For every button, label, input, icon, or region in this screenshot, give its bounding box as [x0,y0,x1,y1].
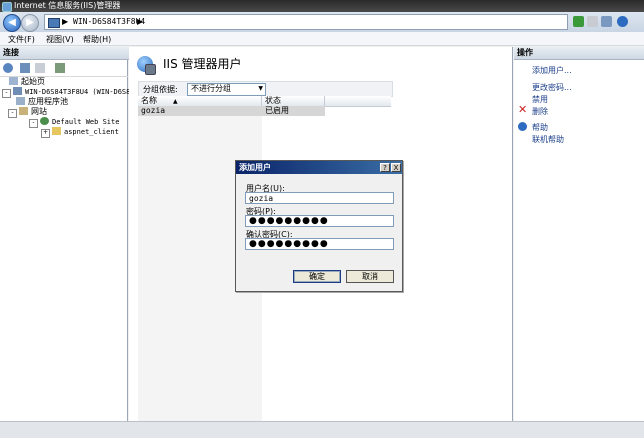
actions-header: 操作 [514,47,644,60]
refresh-icon[interactable] [573,16,584,27]
dialog-title-bar: 添加用户 [236,161,402,174]
help-icon[interactable] [617,16,628,27]
page-title: IIS 管理器用户 [163,57,242,71]
server-icon [13,87,22,95]
start-page-icon [9,77,18,85]
delete-connection-icon[interactable] [55,63,65,73]
help-icon [518,122,527,131]
chevron-down-icon: ▼ [258,85,263,92]
menu-view[interactable]: 视图(V) [46,34,74,45]
add-user-dialog: 添加用户 ? X 用户名(U): gozia 密码(P): ●●●●●●●●● … [235,160,403,292]
group-by-bar: 分组依据: 不进行分组 ▼ [138,81,393,97]
username-field[interactable]: gozia [245,192,394,204]
expand-icon[interactable]: + [41,129,50,138]
row-name: gozia [141,106,166,115]
computer-icon [48,18,60,28]
app-pool-icon [16,97,25,105]
online-help-link[interactable]: 联机帮助 [532,134,564,145]
menu-bar: 文件(F) 视图(V) 帮助(H) [0,32,644,46]
group-by-select[interactable]: 不进行分组 ▼ [187,83,266,96]
connect-icon[interactable] [3,63,13,73]
menu-help[interactable]: 帮助(H) [83,34,111,45]
forward-button[interactable]: ▶ [21,14,39,32]
collapse-icon[interactable]: - [29,119,38,128]
save-icon[interactable] [20,63,30,73]
sort-icon: ▲ [173,98,178,105]
tree-item-default-web-site[interactable]: - Default Web Site [29,117,119,128]
tree-item-start-page[interactable]: 起始页 [9,77,45,87]
table-row[interactable]: gozia 已启用 [138,106,325,116]
cancel-button[interactable]: 取消 [346,270,394,283]
disable-link[interactable]: 禁用 [532,94,548,105]
actions-pane: 操作 添加用户... 更改密码... 禁用 ✕ 删除 帮助 联机帮助 [514,47,644,421]
iis-app-icon [2,2,12,12]
dialog-help-button[interactable]: ? [380,163,390,172]
sites-folder-icon [19,107,28,115]
stop-icon[interactable] [587,16,598,27]
column-status[interactable]: 状态 [262,96,325,106]
collapse-icon[interactable]: - [2,89,11,98]
back-button[interactable]: ◀ [3,14,21,32]
menu-file[interactable]: 文件(F) [8,34,35,45]
globe-icon [40,117,49,125]
window-title: Internet 信息服务(IIS)管理器 [14,1,121,10]
collapse-icon[interactable]: - [8,109,17,118]
column-name[interactable]: 名称 ▲ [138,96,262,106]
tree-item-app-pools[interactable]: 应用程序池 [16,97,68,107]
address-field[interactable]: ▶ WIN-D6S84T3F8U4 ▶ [44,14,568,30]
forward-arrow-icon: ▶ [26,17,34,28]
ok-button[interactable]: 确定 [293,270,341,283]
tree-item-aspnet-client[interactable]: + aspnet_client [41,127,119,138]
change-password-link[interactable]: 更改密码... [532,82,572,93]
help-link[interactable]: 帮助 [532,122,548,133]
window-title-bar: Internet 信息服务(IIS)管理器 [0,0,644,12]
dialog-close-button[interactable]: X [391,163,401,172]
address-path: WIN-D6S84T3F8U4 [73,17,146,26]
address-bar: ◀ ▶ ▶ WIN-D6S84T3F8U4 ▶ [0,12,644,32]
tree-item-server[interactable]: - WIN-D6S84T3F8U4 (WIN-D6S84 [2,87,135,98]
up-icon[interactable] [35,63,45,73]
users-feature-icon [137,56,156,75]
status-bar [0,421,644,438]
address-separator-end[interactable]: ▶ [137,17,143,26]
connections-toolbar [0,60,128,77]
delete-icon: ✕ [518,103,528,116]
group-by-label: 分组依据: [143,85,178,94]
password-field[interactable]: ●●●●●●●●● [245,215,394,227]
back-arrow-icon: ◀ [8,17,16,28]
tree-item-sites[interactable]: - 网站 [8,107,47,118]
delete-link[interactable]: 删除 [532,106,548,117]
address-separator: ▶ [62,17,69,26]
folder-icon [52,127,61,135]
connections-header: 连接 [0,47,131,60]
home-icon[interactable] [601,16,612,27]
add-user-link[interactable]: 添加用户... [532,65,572,76]
row-status: 已启用 [265,106,289,115]
confirm-password-field[interactable]: ●●●●●●●●● [245,238,394,250]
dialog-title: 添加用户 [239,163,271,172]
connections-pane: 连接 起始页 - WIN-D6S84T3F8U4 (WIN-D6S84 应用程序池… [0,47,135,421]
